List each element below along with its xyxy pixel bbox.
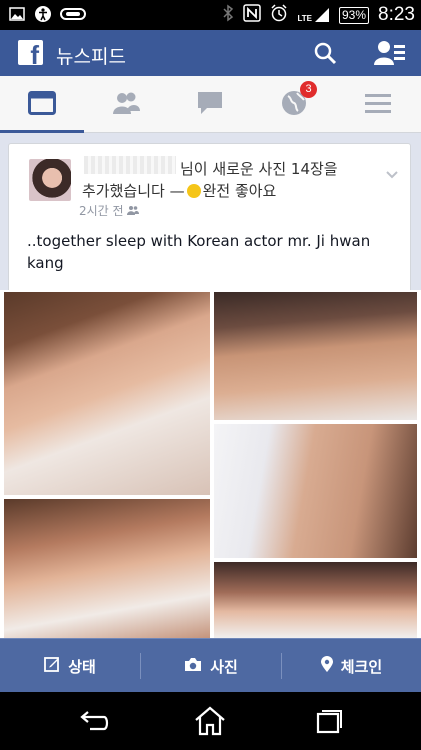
post-story: 님이 새로운 사진 14장을 추가했습니다 — 완전 좋아요 <box>82 160 338 200</box>
news-feed-icon <box>28 90 56 119</box>
tab-notifications[interactable]: 3 <box>252 76 336 133</box>
clock: 8:23 <box>378 4 415 25</box>
page-title: 뉴스피드 <box>56 46 126 68</box>
photo-button[interactable]: 사진 <box>141 639 281 693</box>
notification-badge: 3 <box>300 81 317 98</box>
avatar[interactable] <box>29 159 71 201</box>
photo-4[interactable] <box>4 499 210 638</box>
facebook-logo[interactable]: f <box>18 40 43 65</box>
battery-indicator: 93% <box>338 6 370 24</box>
accessibility-icon <box>34 5 52 23</box>
tab-messages[interactable] <box>168 76 252 133</box>
bluetooth-icon <box>222 4 234 26</box>
audience-friends-icon[interactable] <box>127 204 140 218</box>
system-navigation-bar <box>0 692 421 750</box>
alarm-icon <box>270 4 288 26</box>
nfc-icon <box>243 4 262 26</box>
back-icon[interactable] <box>78 706 112 736</box>
home-icon[interactable] <box>193 706 227 736</box>
status-button[interactable]: 상태 <box>0 639 140 693</box>
gallery-icon <box>8 5 26 23</box>
location-pin-icon <box>320 655 333 677</box>
photo-5[interactable] <box>214 562 417 638</box>
search-icon[interactable] <box>313 41 337 65</box>
tab-menu[interactable] <box>336 76 420 133</box>
checkin-button[interactable]: 체크인 <box>282 639 421 693</box>
edit-icon <box>44 656 60 676</box>
menu-icon <box>365 93 391 117</box>
photo-3[interactable] <box>214 424 417 558</box>
photo-grid <box>0 290 421 638</box>
app-bar: f 뉴스피드 <box>0 30 421 76</box>
photo-1[interactable] <box>4 292 210 495</box>
tab-friends[interactable] <box>84 76 168 133</box>
recent-apps-icon[interactable] <box>310 706 344 736</box>
tab-bar: 3 <box>0 76 421 134</box>
friends-icon <box>111 91 141 119</box>
status-bar: LTE 93% 8:23 <box>0 0 421 30</box>
messages-icon <box>197 91 223 119</box>
tab-news-feed[interactable] <box>0 76 84 134</box>
post-text: ..together sleep with Korean actor mr. J… <box>27 232 371 272</box>
post-time[interactable]: 2시간 전 <box>79 204 124 218</box>
photo-2[interactable] <box>214 292 417 420</box>
post-meta: 2시간 전 <box>79 202 140 219</box>
friend-requests-icon[interactable] <box>374 39 406 67</box>
smiley-icon <box>186 184 201 198</box>
chevron-down-icon[interactable] <box>386 164 398 179</box>
voicemail-icon <box>60 5 86 23</box>
composer-action-bar: 상태 사진 체크인 <box>0 638 421 692</box>
signal-icon: LTE <box>297 7 330 23</box>
camera-icon <box>184 657 202 676</box>
